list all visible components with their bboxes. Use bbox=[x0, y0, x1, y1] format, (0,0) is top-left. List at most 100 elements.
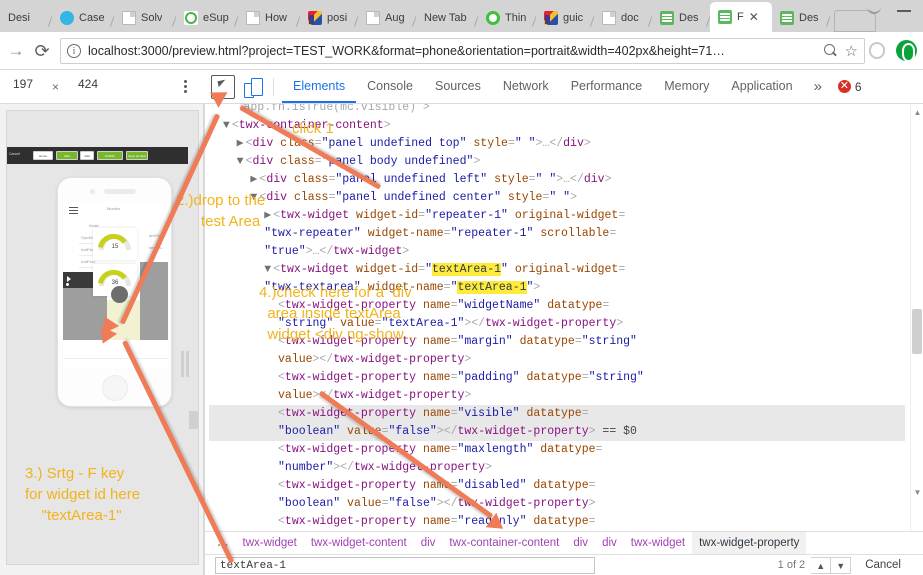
device-width-input[interactable]: 197 bbox=[0, 76, 46, 97]
close-tab-icon[interactable]: ✕ bbox=[749, 11, 759, 23]
devtools-tab-application[interactable]: Application bbox=[720, 70, 803, 103]
dom-tree-line[interactable]: <twx-widget-property name = "visible" data… bbox=[209, 405, 905, 423]
dom-search-next-button[interactable]: ▼ bbox=[831, 556, 852, 574]
expand-triangle-icon[interactable]: ▼ bbox=[237, 153, 246, 171]
breadcrumb-overflow[interactable]: … bbox=[205, 532, 236, 555]
error-counter[interactable]: ✕ 6 bbox=[837, 80, 862, 94]
breadcrumb-item[interactable]: div bbox=[414, 532, 443, 555]
dom-tree-scrollbar-thumb[interactable] bbox=[912, 309, 922, 354]
browser-tab-3[interactable]: eSup bbox=[176, 4, 238, 32]
devtools-tab-network[interactable]: Network bbox=[492, 70, 560, 103]
devtools-tab-memory[interactable]: Memory bbox=[653, 70, 720, 103]
textarea-drop-target[interactable] bbox=[107, 300, 140, 340]
preview-scrollbar-thumb[interactable] bbox=[189, 411, 198, 429]
expand-triangle-icon[interactable]: ▼ bbox=[264, 261, 273, 279]
browser-tab-5[interactable]: posi bbox=[300, 4, 358, 32]
browser-tab-10[interactable]: doc bbox=[594, 4, 652, 32]
dom-tree-line[interactable]: <twx-widget-property name = "maxlength" da… bbox=[209, 441, 905, 459]
dial-knob[interactable] bbox=[111, 286, 128, 303]
browser-tab-7[interactable]: New Tab bbox=[416, 4, 478, 32]
browser-tab-9[interactable]: guic bbox=[536, 4, 594, 32]
browser-tab-2[interactable]: Solv bbox=[114, 4, 176, 32]
breadcrumb-item[interactable]: twx-widget-content bbox=[304, 532, 414, 555]
browser-tab-label: How bbox=[265, 12, 288, 24]
app-toolbar-button[interactable]: Home bbox=[33, 151, 53, 160]
dom-tree-scrollbar[interactable]: ▲ ▼ bbox=[910, 104, 923, 531]
dom-tree-line[interactable]: "true">…</twx-widget> bbox=[209, 243, 905, 261]
browser-tab-4[interactable]: How bbox=[238, 4, 300, 32]
dom-tree-line[interactable]: <twx-widget-property name = "margin" datat… bbox=[209, 333, 905, 351]
device-preview-pane[interactable]: Cancel HomeEditAdd SelectedPublishSave as… bbox=[0, 104, 205, 575]
dom-tree-line[interactable]: "boolean" value="false"></twx-widget-pro… bbox=[209, 495, 905, 513]
breadcrumb-item[interactable]: twx-widget-property bbox=[692, 531, 807, 555]
breadcrumb-item[interactable]: div bbox=[595, 532, 624, 555]
browser-tab-1[interactable]: Case bbox=[52, 4, 114, 32]
dom-tree-line[interactable]: <twx-widget-property name = "readonly" dat… bbox=[209, 513, 905, 531]
dom-tree-line[interactable]: app.fn.isTrue(mc.visible) > bbox=[209, 104, 905, 117]
scroll-down-icon[interactable]: ▼ bbox=[911, 486, 923, 499]
app-toolbar-button[interactable]: Save as New Revision bbox=[126, 151, 148, 160]
dom-search-cancel-button[interactable]: Cancel bbox=[865, 559, 901, 571]
more-panels-icon[interactable]: » bbox=[804, 78, 832, 95]
dom-tree-line[interactable]: value></twx-widget-property> bbox=[209, 351, 905, 369]
devtools-tab-performance[interactable]: Performance bbox=[560, 70, 654, 103]
expand-triangle-icon[interactable]: ▼ bbox=[223, 117, 232, 135]
reload-button[interactable]: ⟳ bbox=[32, 41, 52, 61]
dom-tree-line[interactable]: value></twx-widget-property> bbox=[209, 387, 905, 405]
browser-tab-11[interactable]: Des bbox=[652, 4, 710, 32]
dom-tree-line[interactable]: ▼ <twx-container-content> bbox=[209, 117, 905, 135]
dom-tree-line[interactable]: <twx-widget-property name = "padding" data… bbox=[209, 369, 905, 387]
breadcrumb-item[interactable]: twx-widget bbox=[236, 532, 304, 555]
search-icon[interactable] bbox=[823, 43, 839, 59]
browser-tab-8[interactable]: Thin bbox=[478, 4, 536, 32]
device-height-input[interactable]: 424 bbox=[65, 76, 112, 97]
profile-avatar-icon[interactable] bbox=[869, 42, 885, 59]
app-toolbar-button[interactable]: Add Selected bbox=[80, 151, 94, 160]
dom-tree-line[interactable]: ▶ <div class="panel undefined top" style=… bbox=[209, 135, 905, 153]
device-options-menu-icon[interactable] bbox=[179, 79, 193, 95]
browser-tab-13[interactable]: Des bbox=[772, 4, 830, 32]
breadcrumb-item[interactable]: twx-widget bbox=[624, 532, 692, 555]
browser-tab-12[interactable]: F ✕ bbox=[710, 2, 772, 32]
breadcrumb-item[interactable]: twx-container-content bbox=[442, 532, 566, 555]
dom-tree-line[interactable]: <twx-widget-property name = "widgetName" d… bbox=[209, 297, 905, 315]
dom-tree-line[interactable]: "string" value="textArea-1"></twx-widget… bbox=[209, 315, 905, 333]
dom-tree-line[interactable]: ▼ <div class="panel body undefined"> bbox=[209, 153, 905, 171]
extension-icon[interactable] bbox=[896, 40, 917, 62]
dom-search-input[interactable]: textArea-1 bbox=[215, 556, 595, 574]
app-toolbar-button[interactable]: Edit bbox=[56, 151, 78, 160]
dom-tree-code[interactable]: app.fn.isTrue(mc.visible) > ▼ <twx-contai… bbox=[205, 104, 905, 531]
dom-tree-line[interactable]: ▼ <div class="panel undefined center" sty… bbox=[209, 189, 905, 207]
dom-tree-line[interactable]: "twx-textarea" widget-name="textArea-1"> bbox=[209, 279, 905, 297]
address-bar[interactable]: i localhost:3000/preview.html?project=TE… bbox=[60, 38, 865, 64]
devtools-tab-sources[interactable]: Sources bbox=[424, 70, 492, 103]
minimize-window-button[interactable] bbox=[897, 10, 911, 12]
dom-tree-line[interactable]: "boolean" value="false"></twx-widget-pro… bbox=[209, 423, 905, 441]
bookmark-star-icon[interactable]: ☆ bbox=[845, 42, 858, 60]
dom-tree-line[interactable]: ▼ <twx-widget widget-id="textArea-1" orig… bbox=[209, 261, 905, 279]
expand-triangle-icon[interactable]: ▶ bbox=[237, 135, 246, 153]
devtools-tab-elements[interactable]: Elements bbox=[282, 70, 357, 103]
devtools-tab-console[interactable]: Console bbox=[356, 70, 424, 103]
dom-tree-line[interactable]: ▶ <div class="panel undefined left" style… bbox=[209, 171, 905, 189]
dom-tree-line[interactable]: "twx-repeater" widget-name="repeater-1" … bbox=[209, 225, 905, 243]
scroll-up-icon[interactable]: ▲ bbox=[911, 106, 923, 119]
app-toolbar-button[interactable]: Publish bbox=[97, 151, 123, 160]
dom-search-prev-button[interactable]: ▲ bbox=[811, 556, 832, 574]
expand-triangle-icon[interactable]: ▶ bbox=[264, 207, 273, 225]
phone-screen[interactable]: Monitor Model OpenDoorP... IsmlPlay1 Ism… bbox=[63, 202, 168, 368]
dom-tree-line[interactable]: "number"></twx-widget-property> bbox=[209, 459, 905, 477]
dom-tree-line[interactable]: <twx-widget-property name = "disabled" dat… bbox=[209, 477, 905, 495]
forward-button[interactable]: → bbox=[6, 41, 26, 61]
preview-splitter-handle[interactable] bbox=[180, 351, 192, 377]
elements-dom-tree-panel[interactable]: app.fn.isTrue(mc.visible) > ▼ <twx-contai… bbox=[205, 104, 923, 531]
site-info-icon[interactable]: i bbox=[67, 44, 81, 58]
breadcrumb-item[interactable]: div bbox=[566, 532, 595, 555]
toggle-device-toolbar-icon[interactable] bbox=[241, 75, 265, 99]
browser-tab-6[interactable]: Aug bbox=[358, 4, 416, 32]
restore-window-button[interactable] bbox=[867, 2, 881, 14]
dom-tree-line[interactable]: ▶ <twx-widget widget-id="repeater-1" orig… bbox=[209, 207, 905, 225]
browser-tab-0[interactable]: Desi bbox=[0, 4, 52, 32]
inspect-element-icon[interactable] bbox=[211, 74, 235, 99]
hamburger-menu-icon[interactable] bbox=[69, 207, 78, 214]
